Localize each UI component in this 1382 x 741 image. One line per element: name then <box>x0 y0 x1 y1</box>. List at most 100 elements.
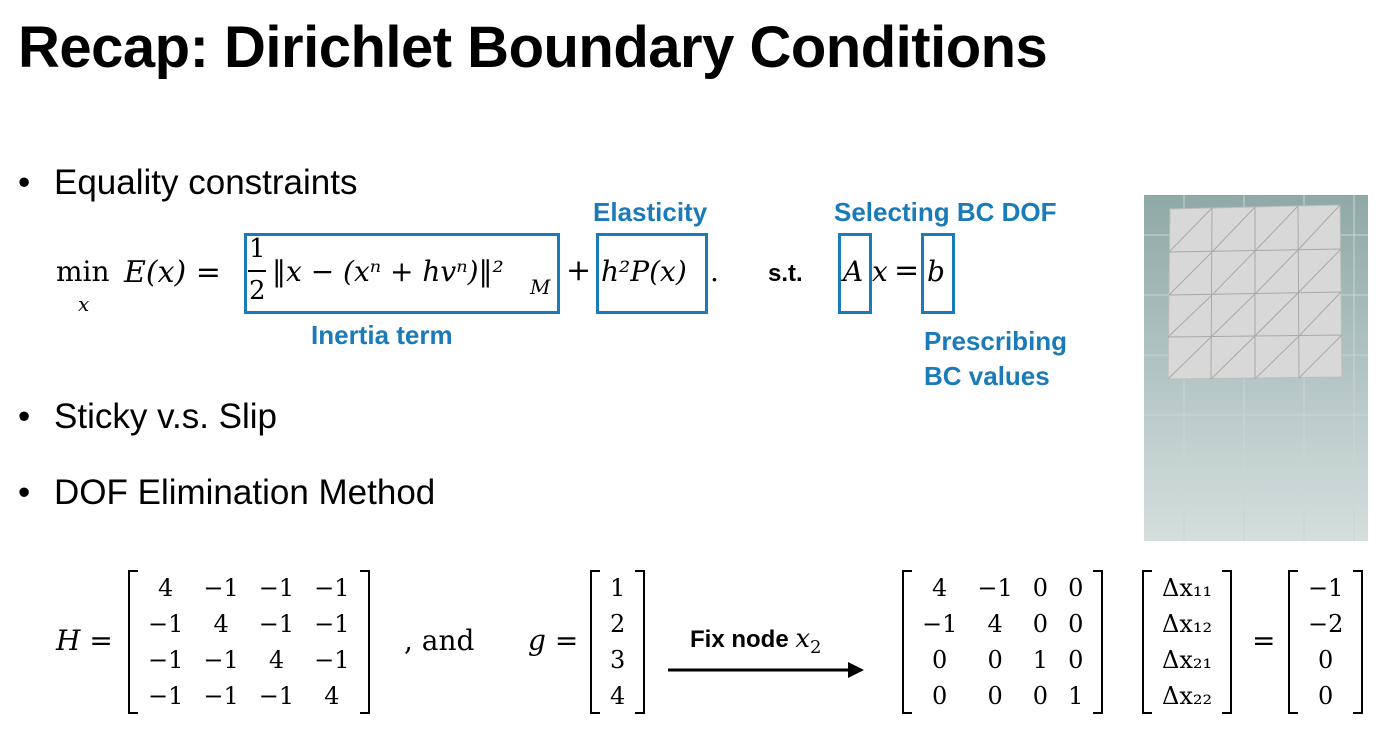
matrix-row: −1 4 0 0 <box>912 606 1093 642</box>
matrix-row: 3 <box>600 642 635 678</box>
matrix-cell: −1 <box>258 682 295 710</box>
right-bracket <box>1093 570 1104 714</box>
matrix-cell: 2 <box>610 610 626 638</box>
matrix-cell: 4 <box>158 574 174 602</box>
such-that: s.t. <box>768 260 803 287</box>
plus-sign: + <box>566 253 592 288</box>
matrix-row: −1 <box>1298 570 1353 606</box>
matrix-cell: 0 <box>1318 682 1334 710</box>
matrix-cell: 4 <box>213 610 229 638</box>
left-bracket <box>1288 570 1298 714</box>
matrix-row: −1 −1 −1 4 <box>138 678 360 714</box>
arrow-label-text: Fix node <box>690 626 789 653</box>
vector-g-table: 1 2 3 4 <box>600 570 635 714</box>
inertia-term: ‖x − (xⁿ + hvⁿ)‖² <box>272 255 504 288</box>
matrix-cell: −1 <box>203 682 239 710</box>
left-bracket <box>128 570 138 714</box>
matrix-cell: 0 <box>1318 646 1334 674</box>
elastic-term: h²P(x) <box>601 255 687 288</box>
matrix-cell: 0 <box>932 646 948 674</box>
matrix-cell: 3 <box>610 646 626 674</box>
vector-dx-table: Δx₁₁ Δx₁₂ Δx₂₁ Δx₂₂ <box>1152 570 1222 714</box>
arrow-label-var: x <box>795 624 811 654</box>
right-bracket <box>1353 570 1364 714</box>
and-text: , and <box>404 624 475 657</box>
matrix-cell: −2 <box>1308 610 1344 638</box>
matrix-row: 0 <box>1298 642 1353 678</box>
arrow-label-sub: 2 <box>810 636 822 658</box>
label-elasticity: Elasticity <box>593 197 708 227</box>
matrix-cell: 4 <box>324 682 340 710</box>
matrix-row: 1 <box>600 570 635 606</box>
bullet-equality: • Equality constraints <box>18 163 358 202</box>
matrix-cell: −1 <box>314 646 350 674</box>
matrix-cell: −1 <box>977 574 1013 602</box>
left-bracket <box>902 570 912 714</box>
vector-g: 1 2 3 4 <box>590 570 646 714</box>
matrix-cell: −1 <box>258 610 295 638</box>
matrix-cell: −1 <box>203 646 239 674</box>
half-denominator: 2 <box>249 276 266 306</box>
matrix-row: Δx₂₂ <box>1152 678 1222 714</box>
inertia-norm-subscript: M <box>530 275 551 299</box>
matrix-cell: 1 <box>1068 682 1084 710</box>
matrix-cell: 4 <box>610 682 626 710</box>
arrow-label: Fix node x2 <box>690 624 821 658</box>
matrix-cell: −1 <box>314 574 350 602</box>
matrix-H-reduced: 4 −1 0 0 −1 4 0 0 0 0 1 0 0 0 0 1 <box>902 570 1104 714</box>
left-bracket <box>590 570 600 714</box>
bullet-text: Sticky v.s. Slip <box>54 397 278 436</box>
matrix-row: −1 4 −1 −1 <box>138 606 360 642</box>
matrix-cell: 1 <box>1032 646 1049 674</box>
matrix-cell: −1 <box>203 574 239 602</box>
matrix-row: 4 <box>600 678 635 714</box>
matrix-cell: 0 <box>987 646 1003 674</box>
matrix-cell: 0 <box>1032 574 1049 602</box>
matrix-cell: Δx₂₁ <box>1162 646 1213 674</box>
matrix-cell: −1 <box>922 610 958 638</box>
matrix-cell: 0 <box>1032 610 1049 638</box>
matrix-row: Δx₁₂ <box>1152 606 1222 642</box>
matrix-H-reduced-table: 4 −1 0 0 −1 4 0 0 0 0 1 0 0 0 0 1 <box>912 570 1093 714</box>
matrix-row: −2 <box>1298 606 1353 642</box>
vector-rhs: −1 −2 0 0 <box>1288 570 1364 714</box>
matrix-row: 0010 <box>912 642 1093 678</box>
vector-b: b <box>927 255 945 288</box>
fraction-bar <box>248 270 266 272</box>
matrix-A: A <box>843 255 864 288</box>
label-prescribing-1: Prescribing <box>924 326 1068 356</box>
label-selecting-bc: Selecting BC DOF <box>834 197 1057 227</box>
matrix-row: −1 −1 4 −1 <box>138 642 360 678</box>
matrix-cell: 4 <box>932 574 948 602</box>
matrix-H-table: 4 −1 −1 −1 −1 4 −1 −1 −1 −1 4 −1 −1 −1 −1 4 <box>138 570 360 714</box>
bullet-sticky: • Sticky v.s. Slip <box>18 397 278 436</box>
right-arrow-icon <box>668 662 864 678</box>
simulation-screenshot <box>1144 195 1368 541</box>
matrix-cell: 0 <box>1068 610 1084 638</box>
matrix-row: 0001 <box>912 678 1093 714</box>
matrix-cell: Δx₁₁ <box>1162 574 1213 602</box>
matrix-row: 0 <box>1298 678 1353 714</box>
matrix-cell: Δx₁₂ <box>1162 610 1213 638</box>
left-bracket <box>1142 570 1152 714</box>
equals-sign: = <box>894 253 920 288</box>
min-operator: min <box>56 255 110 288</box>
right-bracket <box>1222 570 1233 714</box>
label-prescribing-2: BC values <box>924 361 1050 391</box>
period: . <box>710 255 719 288</box>
matrix-row: Δx₁₁ <box>1152 570 1222 606</box>
vector-rhs-table: −1 −2 0 0 <box>1298 570 1353 714</box>
matrix-cell: −1 <box>314 610 350 638</box>
H-label: H = <box>56 624 113 657</box>
matrix-row: 2 <box>600 606 635 642</box>
matrix-cell: 4 <box>268 646 285 674</box>
bullet-dof: • DOF Elimination Method <box>18 473 436 512</box>
matrix-cell: −1 <box>258 574 295 602</box>
matrix-cell: −1 <box>148 610 184 638</box>
right-bracket <box>359 570 370 714</box>
matrix-cell: −1 <box>1308 574 1344 602</box>
matrix-row: Δx₂₁ <box>1152 642 1222 678</box>
equals-sign-bottom: = <box>1252 624 1276 657</box>
matrix-cell: 0 <box>932 682 948 710</box>
matrix-cell: −1 <box>148 646 184 674</box>
